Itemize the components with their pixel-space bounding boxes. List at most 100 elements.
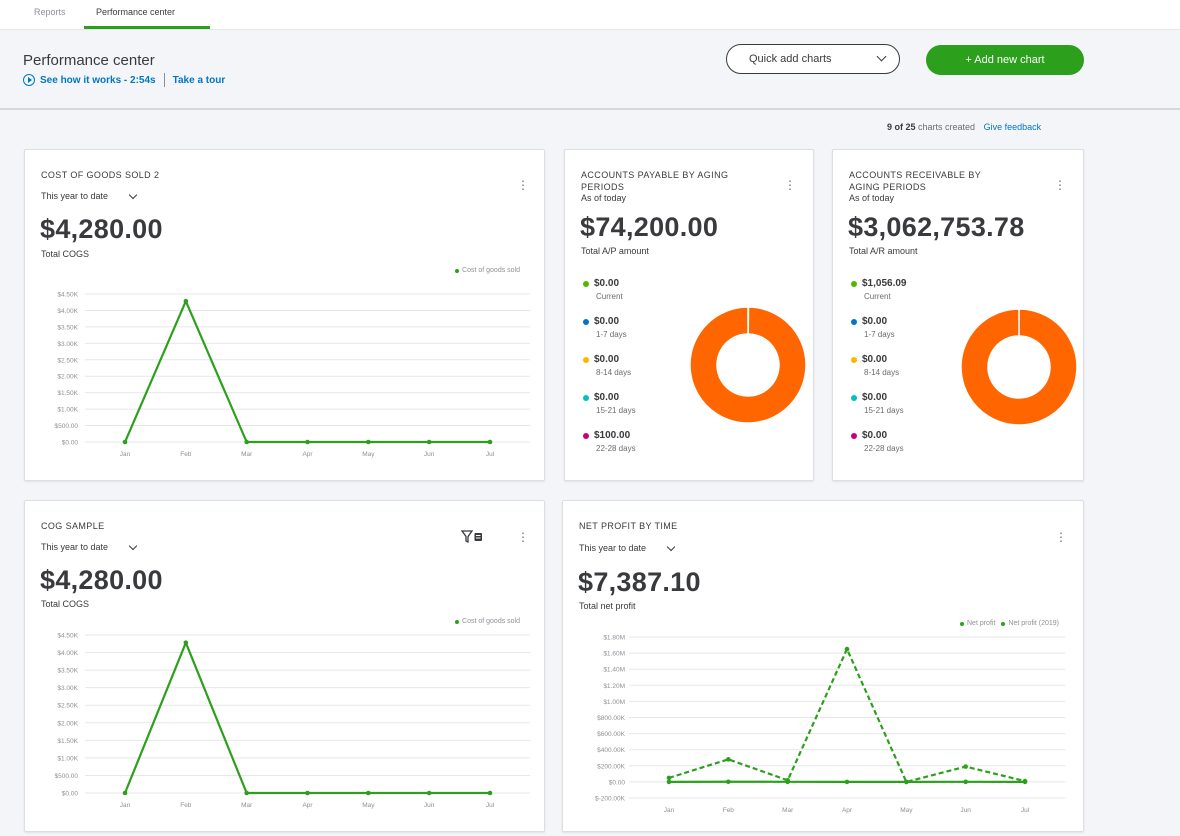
y-tick-label: $800.00K bbox=[597, 715, 625, 722]
data-point[interactable] bbox=[366, 790, 371, 796]
data-point[interactable] bbox=[1022, 778, 1028, 784]
data-point[interactable] bbox=[666, 779, 672, 785]
data-point[interactable] bbox=[963, 764, 968, 769]
x-tick-label: May bbox=[362, 802, 375, 809]
x-tick-label: Feb bbox=[180, 451, 192, 458]
ar-donut-chart bbox=[960, 308, 1078, 426]
help-links: See how it works - 2:54s Take a tour bbox=[23, 73, 225, 87]
data-point[interactable] bbox=[305, 439, 310, 445]
y-tick-label: $1.40M bbox=[603, 667, 625, 674]
card-net-profit: NET PROFIT BY TIME ⋮ This year to date $… bbox=[562, 500, 1084, 832]
y-tick-label: $3.00K bbox=[57, 341, 78, 348]
card-cogs2: COST OF GOODS SOLD 2 ⋮ This year to date… bbox=[24, 149, 545, 481]
x-tick-label: Mar bbox=[241, 802, 253, 809]
y-tick-label: $0.00 bbox=[62, 791, 79, 798]
y-tick-label: $0.00 bbox=[609, 779, 626, 786]
ap-donut-chart bbox=[689, 306, 807, 424]
y-tick-label: $1.50K bbox=[57, 738, 78, 745]
y-tick-label: $0.00 bbox=[62, 440, 79, 447]
tour-link[interactable]: Take a tour bbox=[173, 75, 226, 86]
page-title: Performance center bbox=[23, 52, 155, 69]
x-tick-label: Jul bbox=[486, 802, 495, 809]
data-point[interactable] bbox=[726, 757, 731, 762]
play-circle-icon[interactable] bbox=[23, 74, 35, 86]
data-point[interactable] bbox=[122, 439, 128, 445]
cog-sample-line-chart: $4.50K $4.00K $3.50K $3.00K $2.50K $2.00K $1.5… bbox=[55, 633, 530, 809]
y-tick-label: $3.00K bbox=[57, 685, 78, 692]
data-point[interactable] bbox=[305, 790, 310, 796]
data-point[interactable] bbox=[963, 779, 968, 785]
link-divider bbox=[163, 73, 165, 87]
y-tick-label: $500.00 bbox=[55, 773, 79, 780]
y-tick-label: $1.20M bbox=[603, 683, 625, 690]
x-tick-label: Apr bbox=[302, 802, 313, 809]
data-point[interactable] bbox=[844, 646, 850, 652]
net-profit-line-chart: $1.80M $1.60M $1.40M $1.20M $1.00M $800.00K $6… bbox=[595, 635, 1065, 814]
y-tick-label: $600.00K bbox=[597, 731, 625, 738]
data-point[interactable] bbox=[487, 439, 493, 445]
data-point[interactable] bbox=[487, 790, 493, 796]
chevron-down-icon bbox=[876, 51, 887, 62]
x-tick-label: Mar bbox=[241, 451, 253, 458]
data-point[interactable] bbox=[122, 790, 128, 796]
data-point[interactable] bbox=[785, 777, 790, 783]
x-tick-label: Jan bbox=[664, 807, 675, 814]
y-tick-label: $1.80M bbox=[603, 635, 625, 642]
donut-slice[interactable] bbox=[689, 306, 807, 424]
y-tick-label: $400.00K bbox=[597, 747, 625, 754]
data-point[interactable] bbox=[844, 779, 850, 785]
x-tick-label: Jun bbox=[424, 451, 435, 458]
data-point[interactable] bbox=[666, 775, 672, 781]
charts-count-suffix: charts created bbox=[918, 122, 976, 132]
cogs2-line-chart: $4.50K $4.00K $3.50K $3.00K $2.50K $2.00K $1.5… bbox=[55, 292, 530, 458]
data-point[interactable] bbox=[183, 640, 189, 646]
data-point[interactable] bbox=[183, 298, 189, 304]
tab-reports[interactable]: Reports bbox=[34, 7, 66, 17]
x-tick-label: Apr bbox=[302, 451, 313, 458]
x-tick-label: Jul bbox=[1021, 807, 1030, 814]
y-tick-label: $1.00K bbox=[57, 407, 78, 414]
y-tick-label: $-200.00K bbox=[595, 796, 626, 803]
page-header: Performance center See how it works - 2:… bbox=[0, 30, 1180, 110]
add-new-chart-button[interactable]: + Add new chart bbox=[926, 45, 1084, 75]
x-tick-label: Feb bbox=[723, 807, 735, 814]
card-cog-sample: COG SAMPLE ⋮ This year to date $4,280.00… bbox=[24, 500, 545, 832]
charts-count: 9 of 25 charts created Give feedback bbox=[887, 122, 1041, 132]
y-tick-label: $200.00K bbox=[597, 763, 625, 770]
y-tick-label: $500.00 bbox=[55, 423, 79, 430]
y-tick-label: $2.50K bbox=[57, 703, 78, 710]
video-link[interactable]: See how it works - 2:54s bbox=[40, 75, 156, 86]
y-tick-label: $4.00K bbox=[57, 308, 78, 315]
y-tick-label: $3.50K bbox=[57, 324, 78, 331]
y-tick-label: $1.50K bbox=[57, 390, 78, 397]
data-point[interactable] bbox=[904, 779, 909, 785]
give-feedback-link[interactable]: Give feedback bbox=[984, 122, 1042, 132]
card-accounts-receivable: ACCOUNTS RECEIVABLE BY AGING PERIODS ⋮ A… bbox=[832, 149, 1084, 481]
x-tick-label: Jul bbox=[486, 451, 495, 458]
donut-slice[interactable] bbox=[960, 308, 1078, 426]
data-point[interactable] bbox=[726, 779, 731, 785]
data-point[interactable] bbox=[426, 790, 432, 796]
data-point[interactable] bbox=[244, 439, 249, 445]
top-nav: Reports Performance center bbox=[0, 0, 1180, 30]
charts-count-value: 9 of 25 bbox=[887, 122, 916, 132]
series-line bbox=[123, 300, 490, 444]
y-tick-label: $1.60M bbox=[603, 651, 625, 658]
quick-add-charts-dropdown[interactable]: Quick add charts bbox=[726, 44, 900, 74]
data-point[interactable] bbox=[244, 790, 249, 796]
y-tick-label: $3.50K bbox=[57, 668, 78, 675]
x-tick-label: Jan bbox=[120, 451, 131, 458]
y-tick-label: $2.50K bbox=[57, 357, 78, 364]
y-tick-label: $1.00K bbox=[57, 755, 78, 762]
x-tick-label: Jun bbox=[424, 802, 435, 809]
tab-performance-center[interactable]: Performance center bbox=[96, 7, 175, 17]
quick-add-label: Quick add charts bbox=[749, 53, 832, 65]
y-tick-label: $1.00M bbox=[603, 699, 625, 706]
data-point[interactable] bbox=[366, 439, 371, 445]
card-accounts-payable: ACCOUNTS PAYABLE BY AGING PERIODS ⋮ As o… bbox=[564, 149, 814, 481]
x-tick-label: Jun bbox=[960, 807, 971, 814]
x-tick-label: Feb bbox=[180, 802, 192, 809]
x-tick-label: Jan bbox=[120, 802, 131, 809]
data-point[interactable] bbox=[426, 439, 432, 445]
x-tick-label: Mar bbox=[782, 807, 794, 814]
